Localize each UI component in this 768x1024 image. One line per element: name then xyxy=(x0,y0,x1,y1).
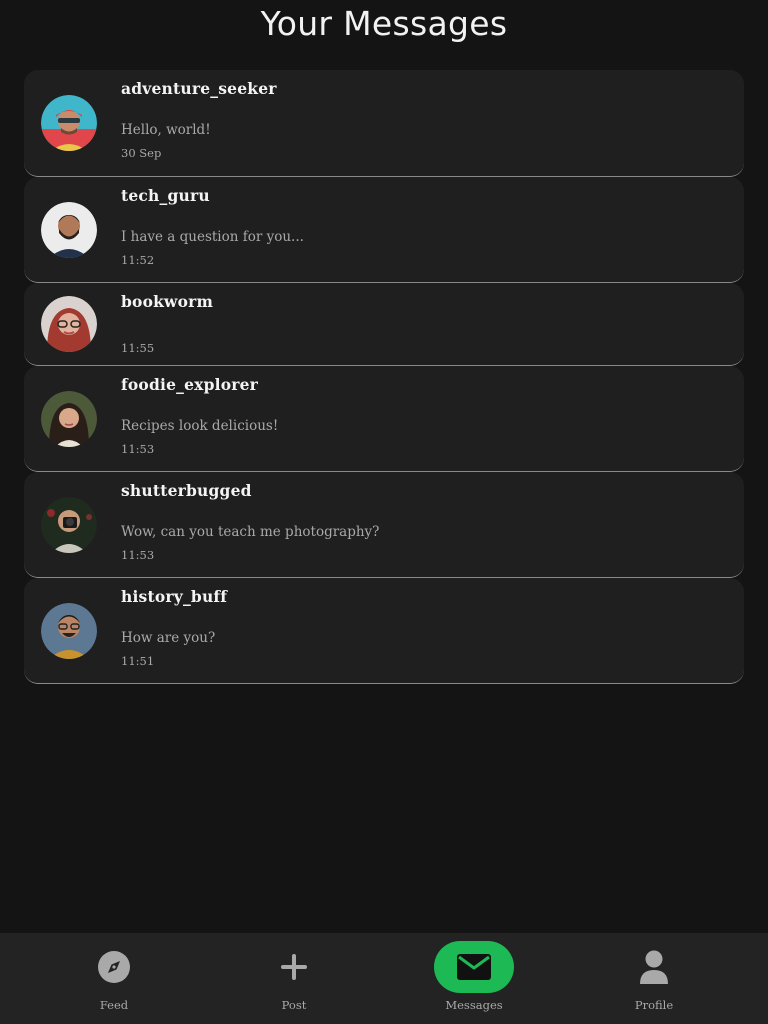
conversation-time: 11:51 xyxy=(121,654,155,668)
conversation-item[interactable]: foodie_explorer Recipes look delicious! … xyxy=(24,366,744,472)
conversation-username: tech_guru xyxy=(121,186,210,205)
bookworm-avatar xyxy=(41,296,97,352)
bottom-nav: Feed Post Messages Profile xyxy=(0,933,768,1024)
conversation-list: adventure_seeker Hello, world! 30 Sep te… xyxy=(24,70,744,684)
conversation-item[interactable]: shutterbugged Wow, can you teach me phot… xyxy=(24,472,744,578)
conversation-preview: How are you? xyxy=(121,630,216,646)
history-buff-avatar xyxy=(41,602,97,659)
conversation-item[interactable]: bookworm 11:55 xyxy=(24,283,744,366)
nav-label-feed: Feed xyxy=(99,998,129,1012)
plus-icon xyxy=(281,954,307,980)
tech-guru-avatar xyxy=(41,201,97,258)
nav-item-messages[interactable]: Messages xyxy=(414,941,534,1021)
nav-icon-container xyxy=(614,941,694,993)
nav-item-profile[interactable]: Profile xyxy=(594,941,714,1021)
nav-label-profile: Profile xyxy=(634,998,674,1012)
compass-icon xyxy=(98,951,130,983)
foodie-explorer-avatar xyxy=(41,390,97,447)
conversation-preview: Wow, can you teach me photography? xyxy=(121,524,380,540)
nav-icon-container xyxy=(254,941,334,993)
conversation-time: 11:53 xyxy=(121,442,155,456)
conversation-item[interactable]: tech_guru I have a question for you... 1… xyxy=(24,177,744,283)
conversation-preview: I have a question for you... xyxy=(121,229,304,245)
shutterbugged-avatar xyxy=(41,496,97,553)
conversation-preview: Recipes look delicious! xyxy=(121,418,279,434)
adventure-seeker-avatar xyxy=(41,95,97,151)
conversation-username: bookworm xyxy=(121,292,214,311)
messages-screen: Your Messages adventure_seeker Hello, wo… xyxy=(0,0,768,1024)
person-icon xyxy=(640,950,668,984)
conversation-preview: Hello, world! xyxy=(121,122,211,138)
nav-item-feed[interactable]: Feed xyxy=(54,941,174,1021)
conversation-username: shutterbugged xyxy=(121,481,252,500)
nav-label-post: Post xyxy=(281,998,307,1012)
nav-label-messages: Messages xyxy=(445,998,503,1012)
conversation-username: adventure_seeker xyxy=(121,79,277,98)
nav-item-post[interactable]: Post xyxy=(234,941,354,1021)
conversation-time: 11:53 xyxy=(121,548,155,562)
page-title: Your Messages xyxy=(260,4,508,43)
envelope-icon xyxy=(457,954,491,980)
nav-icon-container xyxy=(74,941,154,993)
conversation-time: 30 Sep xyxy=(121,146,162,160)
conversation-time: 11:52 xyxy=(121,253,155,267)
nav-icon-container xyxy=(434,941,514,993)
conversation-username: foodie_explorer xyxy=(121,375,259,394)
conversation-item[interactable]: adventure_seeker Hello, world! 30 Sep xyxy=(24,70,744,177)
conversation-item[interactable]: history_buff How are you? 11:51 xyxy=(24,578,744,684)
conversation-username: history_buff xyxy=(121,587,228,606)
conversation-time: 11:55 xyxy=(121,341,155,355)
